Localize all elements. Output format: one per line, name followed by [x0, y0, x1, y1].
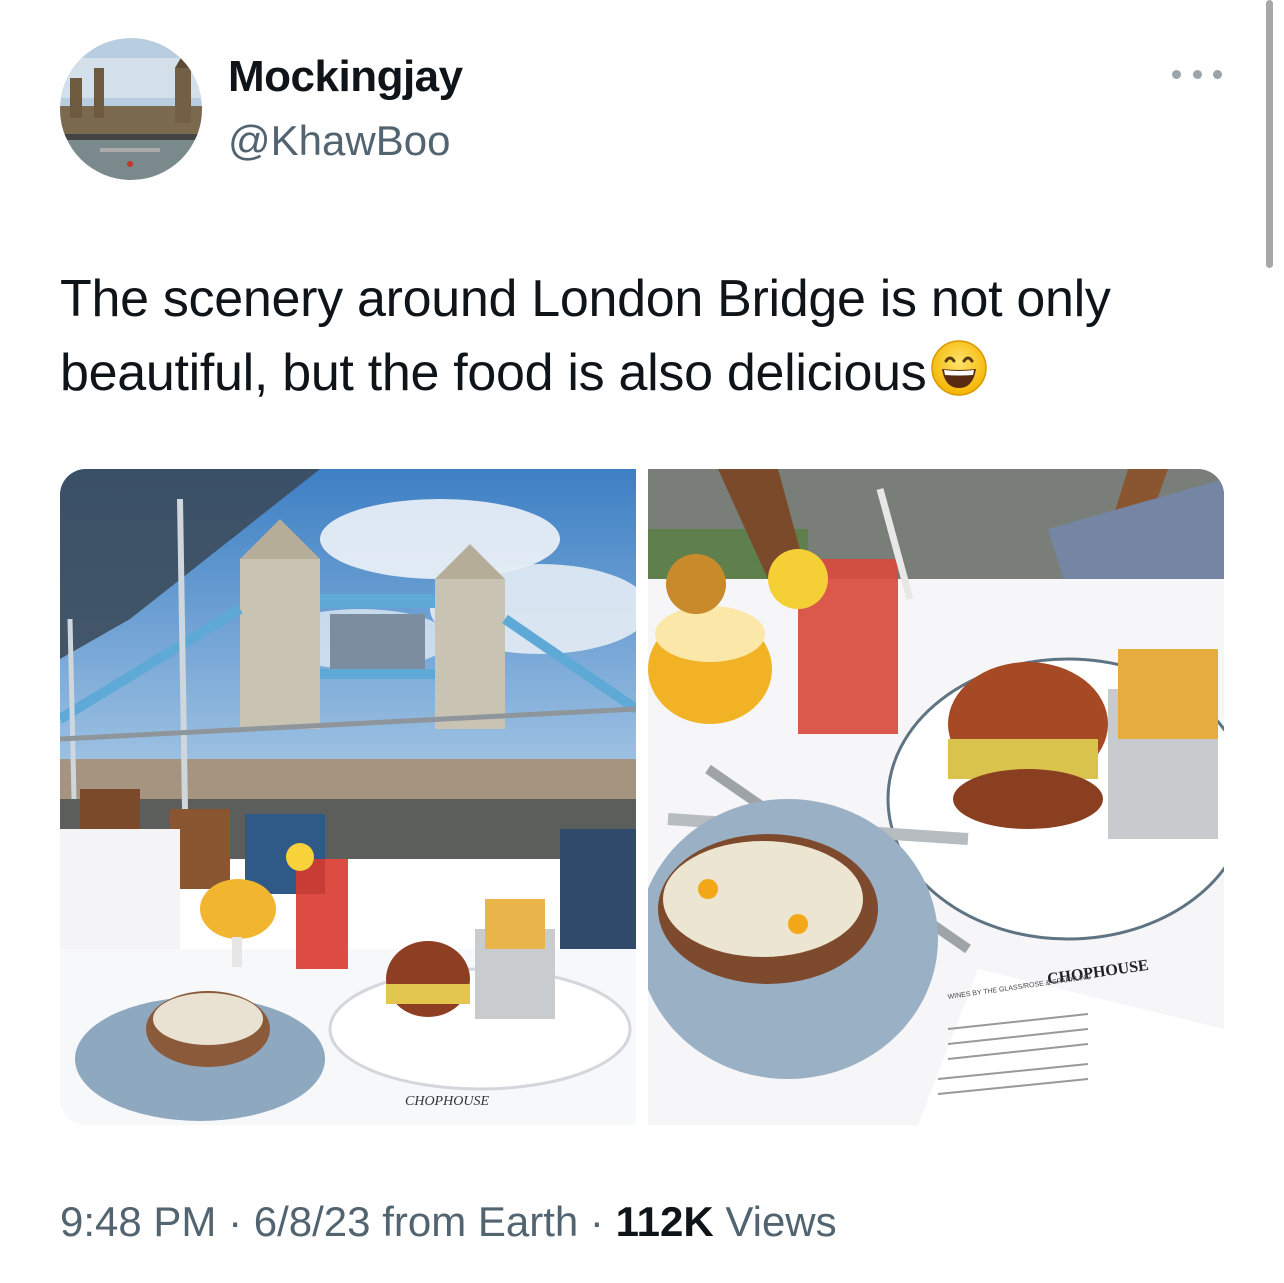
views-count[interactable]: 112K — [616, 1198, 714, 1245]
tweet-time[interactable]: 9:48 PM — [60, 1198, 216, 1245]
photo-terrace-tower-bridge[interactable]: CHOPHOUSE — [60, 469, 636, 1125]
photo-food-closeup[interactable]: CHOPHOUSE WINES BY THE GLASS/ROSE & SPAR… — [648, 469, 1224, 1125]
author-avatar[interactable] — [60, 38, 202, 180]
dot — [1192, 69, 1202, 79]
separator: · — [578, 1198, 616, 1245]
tweet-source: from Earth — [370, 1198, 579, 1245]
separator: · — [216, 1198, 254, 1245]
tweet-date[interactable]: 6/8/23 — [254, 1198, 371, 1245]
scrollbar[interactable] — [1266, 0, 1273, 268]
tweet-metadata: 9:48 PM · 6/8/23 from Earth · 112K Views — [60, 1198, 837, 1246]
menu-brand: CHOPHOUSE — [405, 1094, 489, 1109]
views-label: Views — [713, 1198, 837, 1245]
more-options-icon[interactable] — [1172, 62, 1222, 86]
dot — [1172, 69, 1181, 79]
media-grid: CHOPHOUSE CHOPHOUSE WINES BY THE GLASS/R… — [60, 469, 1224, 1125]
grinning-face-icon — [930, 340, 987, 396]
author-handle[interactable]: @KhawBoo — [228, 117, 450, 165]
author-name[interactable]: Mockingjay — [228, 52, 463, 102]
dot — [1213, 69, 1222, 79]
tweet-text: The scenery around London Bridge is not … — [60, 262, 1210, 410]
